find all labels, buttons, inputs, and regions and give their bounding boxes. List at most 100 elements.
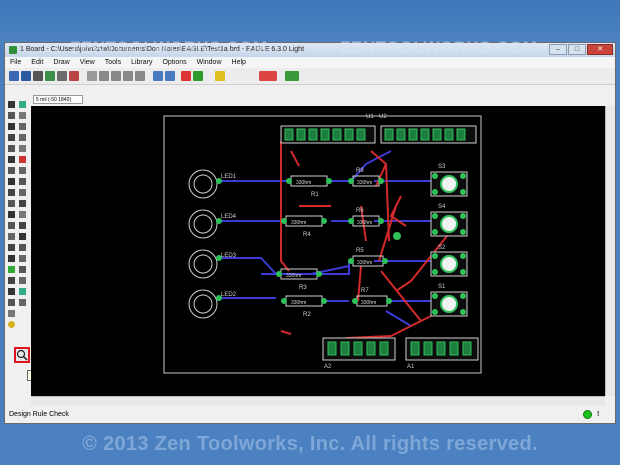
lock-icon[interactable] [19,178,26,185]
value-icon[interactable] [19,189,26,196]
vertical-scrollbar[interactable] [605,106,615,396]
led2-label: LED2 [221,292,237,298]
window-fit-icon[interactable] [87,71,97,81]
redraw-icon[interactable] [123,71,133,81]
r7-value: 330hm [361,300,376,306]
maximize-button[interactable]: □ [568,44,586,55]
auto-icon[interactable] [8,299,15,306]
text-icon[interactable] [19,233,26,240]
header-u2 [380,125,477,144]
element14-icon[interactable] [259,71,277,81]
attribute-icon[interactable] [19,277,26,284]
r4-value: 330hm [291,220,306,226]
menu-view[interactable]: View [75,57,100,68]
circle-icon[interactable] [8,244,15,251]
parameter-toolbar: 5 mil (-50 1840) [31,94,615,106]
miter-icon[interactable] [19,200,26,207]
pinswap-icon[interactable] [19,167,26,174]
hole-icon[interactable] [8,277,15,284]
resistor-bodies [280,175,388,307]
close-button[interactable]: ✕ [587,44,613,55]
rect-icon[interactable] [8,255,15,262]
optimize-icon[interactable] [19,211,26,218]
paste-icon[interactable] [8,156,15,163]
red-trace [345,315,432,339]
zoom-in-icon[interactable] [99,71,109,81]
arc-icon[interactable] [19,244,26,251]
copy-icon[interactable] [19,123,26,130]
name-icon[interactable] [8,189,15,196]
rotate-icon[interactable] [19,134,26,141]
switches [430,171,468,317]
menu-file[interactable]: File [5,57,26,68]
mark-icon[interactable] [19,112,26,119]
change-icon[interactable] [19,145,26,152]
switch-s3 [430,171,468,197]
undo-icon[interactable] [153,71,163,81]
errors-icon[interactable] [8,310,15,317]
zoom-select-icon[interactable] [135,71,145,81]
delete-icon[interactable] [19,156,26,163]
menu-edit[interactable]: Edit [26,57,48,68]
group-icon[interactable] [8,145,15,152]
switch-s2 [430,251,468,277]
pcb-quote-icon[interactable] [285,71,299,81]
dimension-icon[interactable] [8,288,15,295]
action-toolbar [5,68,615,85]
ratsnest-icon[interactable] [19,288,26,295]
horizontal-scrollbar[interactable] [31,396,605,406]
r3-label: R3 [299,285,307,291]
save-icon[interactable] [21,71,31,81]
led-footprints [188,169,218,319]
status-stop-icon[interactable]: ! [597,406,599,423]
coordinate-display: 5 mil (-50 1840) [33,95,83,104]
replace-icon[interactable] [8,178,15,185]
move-icon[interactable] [8,123,15,130]
menu-window[interactable]: Window [192,57,227,68]
a2-label: A2 [324,364,332,370]
show-icon[interactable] [19,101,26,108]
cam-icon[interactable] [45,71,55,81]
led-pads [216,178,222,301]
zoom-out-icon[interactable] [111,71,121,81]
stop-icon[interactable] [181,71,191,81]
minimize-button[interactable]: – [549,44,567,55]
go-icon[interactable] [193,71,203,81]
redo-icon[interactable] [165,71,175,81]
a1-label: A1 [407,364,415,370]
menu-bar: File Edit Draw View Tools Library Option… [5,57,615,68]
menu-help[interactable]: Help [227,57,251,68]
menu-library[interactable]: Library [126,57,157,68]
info-icon[interactable] [8,101,15,108]
wire-icon[interactable] [8,233,15,240]
menu-tools[interactable]: Tools [100,57,126,68]
mirror-icon[interactable] [8,134,15,141]
polygon-icon[interactable] [19,255,26,262]
add-icon[interactable] [8,167,15,174]
header-a2 [322,337,396,361]
menu-draw[interactable]: Draw [48,57,74,68]
split-icon[interactable] [8,211,15,218]
display-icon[interactable] [8,112,15,119]
help-icon[interactable] [215,71,225,81]
board-canvas[interactable]: U1 U2 A2 A1 LED1 LED4 LED3 LED2 330hm 33… [31,106,605,396]
warning-icon[interactable] [8,321,15,328]
via-icon[interactable] [8,266,15,273]
led4-label: LED4 [221,214,237,220]
ripup-icon[interactable] [19,222,26,229]
smash-icon[interactable] [8,200,15,207]
r1-label: R1 [311,192,319,198]
red-trace [290,150,300,167]
script-icon[interactable] [57,71,67,81]
menu-options[interactable]: Options [157,57,191,68]
drc-button[interactable] [14,347,30,363]
print-icon[interactable] [33,71,43,81]
erc-icon[interactable] [19,299,26,306]
led3-label: LED3 [221,253,237,259]
open-icon[interactable] [9,71,19,81]
ulp-icon[interactable] [69,71,79,81]
signal-icon[interactable] [19,266,26,273]
r4-label: R4 [303,232,311,238]
s1-label: S1 [438,284,446,290]
route-icon[interactable] [8,222,15,229]
